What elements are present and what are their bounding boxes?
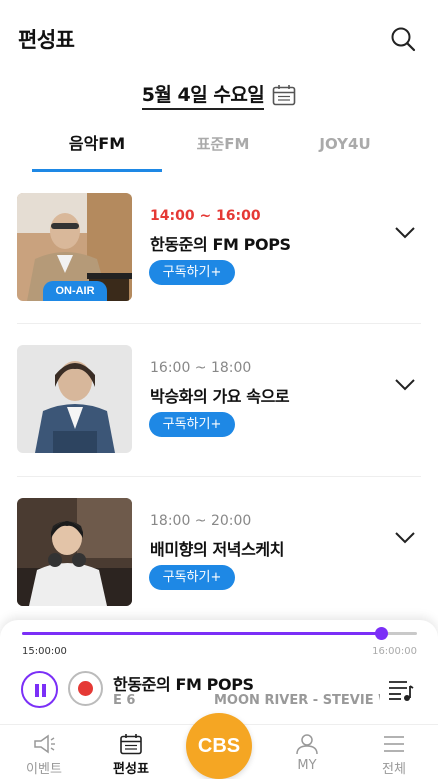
subscribe-button[interactable]: 구독하기+ — [149, 260, 235, 285]
progress-bar[interactable] — [22, 627, 417, 640]
nav-item-schedule[interactable]: 편성표 — [96, 733, 166, 777]
now-playing-title: 한동준의 FM POPS — [113, 675, 254, 694]
nav-label: 이벤트 — [26, 762, 62, 777]
search-icon[interactable] — [390, 26, 416, 52]
program-title: 박승화의 가요 속으로 — [150, 387, 290, 406]
program-thumbnail — [17, 498, 132, 606]
end-time: 16:00:00 — [372, 646, 417, 657]
nav-label: MY — [297, 758, 317, 773]
record-button[interactable] — [68, 671, 103, 706]
date-selector[interactable]: 5월 4일 수요일 — [0, 78, 438, 112]
active-tab-indicator — [32, 169, 162, 172]
chevron-down-icon[interactable] — [394, 531, 416, 545]
nav-label: 편성표 — [113, 762, 149, 777]
pause-button[interactable] — [21, 671, 58, 708]
program-item[interactable]: 18:00 ~ 20:00 배미향의 저녁스케치 구독하기+ — [0, 483, 438, 635]
playlist-icon[interactable] — [388, 678, 414, 702]
program-time: 14:00 ~ 16:00 — [150, 208, 261, 224]
progress-handle[interactable] — [375, 627, 389, 640]
now-playing-song: MOON RIVER - STEVIE WONDER — [214, 693, 380, 708]
chevron-down-icon[interactable] — [394, 226, 416, 240]
channel-tabs: 음악FM 표준FM JOY4U — [0, 128, 438, 172]
subscribe-button[interactable]: 구독하기+ — [149, 565, 235, 590]
tab-music-fm[interactable]: 음악FM — [32, 128, 162, 172]
person-icon — [296, 734, 318, 755]
date-label: 5월 4일 수요일 — [141, 80, 265, 110]
program-title: 한동준의 FM POPS — [150, 235, 291, 254]
nav-item-event[interactable]: 이벤트 — [9, 733, 79, 777]
progress-fill — [22, 632, 382, 635]
tab-standard-fm[interactable]: 표준FM — [160, 128, 286, 172]
chevron-down-icon[interactable] — [394, 378, 416, 392]
program-thumbnail: ON-AIR — [17, 193, 132, 301]
calendar-icon[interactable] — [272, 84, 296, 106]
nav-item-all[interactable]: 전체 — [359, 733, 429, 777]
bottom-navigation: 이벤트 편성표 CBS MY 전체 — [0, 713, 438, 779]
program-time: 18:00 ~ 20:00 — [150, 513, 252, 529]
now-playing-episode: E 6 — [113, 693, 136, 708]
calendar-icon — [120, 734, 142, 755]
program-item[interactable]: ON-AIR 14:00 ~ 16:00 한동준의 FM POPS 구독하기+ — [0, 178, 438, 330]
program-title: 배미향의 저녁스케치 — [150, 540, 285, 559]
on-air-badge: ON-AIR — [43, 281, 107, 301]
subscribe-button[interactable]: 구독하기+ — [149, 412, 235, 437]
mini-player: 15:00:00 16:00:00 한동준의 FM POPS E 6 MOON … — [0, 620, 438, 726]
nav-label: 전체 — [382, 762, 406, 777]
program-item[interactable]: 16:00 ~ 18:00 박승화의 가요 속으로 구독하기+ — [0, 330, 438, 482]
program-time: 16:00 ~ 18:00 — [150, 360, 252, 376]
divider — [17, 323, 421, 324]
app-header: 편성표 — [0, 0, 438, 76]
megaphone-icon — [34, 734, 55, 754]
start-time: 15:00:00 — [22, 646, 67, 657]
divider — [17, 476, 421, 477]
program-thumbnail — [17, 345, 132, 453]
page-title: 편성표 — [18, 28, 75, 52]
menu-icon — [384, 736, 404, 752]
tab-joy4u[interactable]: JOY4U — [282, 128, 408, 172]
cbs-home-button[interactable]: CBS — [186, 713, 252, 779]
nav-item-my[interactable]: MY — [272, 733, 342, 773]
